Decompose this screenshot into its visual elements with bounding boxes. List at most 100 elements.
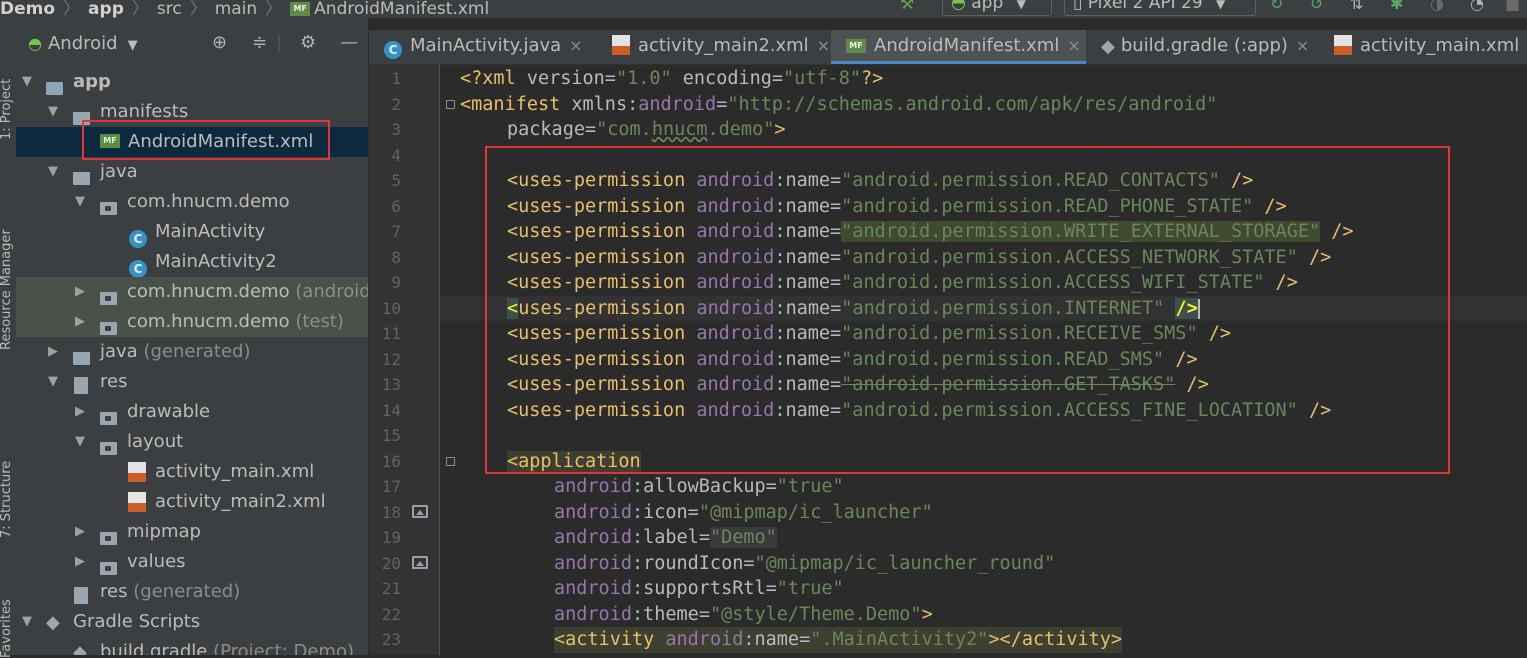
chevron-right-icon: 〉 <box>131 0 149 18</box>
tree-item-res[interactable]: ▼ res <box>16 367 368 397</box>
xml-file-icon <box>612 35 630 55</box>
line-number: 10 <box>381 298 401 318</box>
favorites-tool-button[interactable]: Favorites <box>0 599 14 658</box>
class-icon: C <box>129 217 147 248</box>
chevron-right-icon: 〉 <box>189 0 207 18</box>
apply-changes-icon[interactable]: ↻ <box>1270 0 1283 13</box>
code-editor[interactable]: <?xml version="1.0" encoding="utf-8"?> <… <box>440 64 1527 655</box>
tree-item-package-androidtest[interactable]: ▶ com.hnucm.demo (androidTest) <box>16 277 368 307</box>
chevron-right-icon[interactable]: ▶ <box>75 277 85 307</box>
tree-item-hint: (generated) <box>133 581 241 602</box>
chevron-right-icon[interactable]: ▶ <box>75 517 85 547</box>
code-line: android:roundIcon="@mipmap/ic_launcher_r… <box>554 552 1056 574</box>
line-number: 17 <box>381 477 401 496</box>
breadcrumb-module[interactable]: app <box>88 0 124 18</box>
apply-code-changes-icon[interactable]: ↺ <box>1310 0 1323 13</box>
chevron-right-icon[interactable]: ▶ <box>75 307 85 337</box>
image-preview-icon[interactable] <box>412 556 428 569</box>
collapse-all-icon[interactable]: ≑ <box>252 32 267 53</box>
chevron-down-icon[interactable]: ▼ <box>48 157 58 187</box>
tab-label: activity_main.xml <box>1360 35 1520 56</box>
tree-item-mainactivity[interactable]: C MainActivity <box>16 217 368 248</box>
tab-activity-main2-xml[interactable]: activity_main2.xml × <box>597 30 831 64</box>
code-line: android:icon="@mipmap/ic_launcher" <box>554 501 933 523</box>
project-view-selector[interactable]: ◓ Android ▼ <box>28 33 138 54</box>
close-icon[interactable]: × <box>1067 36 1080 55</box>
attach-debugger-icon[interactable]: ◑ <box>1430 0 1444 13</box>
tree-item-drawable[interactable]: ▶ drawable <box>16 397 368 427</box>
folder-icon <box>100 517 117 547</box>
tree-item-build-gradle-project[interactable]: ◆ build.gradle (Project: Demo) <box>16 637 368 655</box>
stop-icon[interactable]: ■ <box>1505 0 1520 13</box>
code-line: <uses-permission android:name="android.p… <box>507 374 1209 395</box>
tree-item-res-generated[interactable]: res (generated) <box>16 577 368 607</box>
line-number: 1 <box>391 69 401 88</box>
tree-item-activity-main2-xml[interactable]: activity_main2.xml <box>16 487 368 517</box>
chevron-down-icon[interactable]: ▼ <box>22 607 32 637</box>
package-icon <box>100 277 117 307</box>
hammer-icon[interactable]: ⚒ <box>900 0 914 13</box>
tab-androidmanifest-xml[interactable]: MF AndroidManifest.xml × <box>831 30 1086 64</box>
tab-label: build.gradle (:app) <box>1120 35 1288 56</box>
run-config-dropdown[interactable]: ◓ app ▼ <box>942 0 1052 16</box>
breadcrumb-main[interactable]: main <box>215 0 257 18</box>
tree-item-hint: (generated) <box>143 341 251 362</box>
project-tool-button[interactable]: 1: Project <box>0 79 14 140</box>
tree-item-mipmap[interactable]: ▶ mipmap <box>16 517 368 547</box>
close-icon[interactable]: × <box>817 36 830 55</box>
chevron-down-icon[interactable]: ▼ <box>22 67 32 97</box>
tree-item-label: MainActivity2 <box>155 251 277 272</box>
structure-tool-button[interactable]: 7: Structure <box>0 461 14 538</box>
tree-item-values[interactable]: ▶ values <box>16 547 368 577</box>
line-number: 18 <box>381 502 401 522</box>
tree-item-label: com.hnucm.demo <box>127 281 290 302</box>
tree-item-label: activity_main2.xml <box>155 491 326 512</box>
chevron-down-icon[interactable]: ▼ <box>75 427 85 457</box>
profiler-icon[interactable]: ◔ <box>1470 0 1484 13</box>
tree-item-gradle-scripts[interactable]: ▼ ◆ Gradle Scripts <box>16 607 368 637</box>
tree-item-package-test[interactable]: ▶ com.hnucm.demo (test) <box>16 307 368 337</box>
tree-item-java-generated[interactable]: ▶ java (generated) <box>16 337 368 367</box>
tab-activity-main-xml[interactable]: activity_main.xml <box>1319 30 1527 64</box>
breadcrumb: Demo 〉 app 〉 src 〉 main 〉 MF AndroidManifest.xml <box>0 0 489 18</box>
tree-item-layout[interactable]: ▼ layout <box>16 427 368 457</box>
tree-item-app[interactable]: ▼ app <box>16 67 368 97</box>
tree-item-java[interactable]: ▼ java <box>16 157 368 187</box>
tree-item-androidmanifest[interactable]: MF AndroidManifest.xml <box>16 127 368 157</box>
tree-item-label: values <box>127 551 186 572</box>
chevron-right-icon[interactable]: ▶ <box>75 547 85 577</box>
close-icon[interactable]: × <box>569 36 582 55</box>
tree-item-label: manifests <box>100 101 189 122</box>
chevron-down-icon[interactable]: ▼ <box>48 367 58 397</box>
chevron-down-icon: ▼ <box>127 38 138 53</box>
chevron-right-icon: 〉 <box>63 0 81 18</box>
chevron-right-icon[interactable]: ▶ <box>48 337 58 367</box>
minimize-icon[interactable]: — <box>340 32 358 53</box>
line-number: 23 <box>381 630 401 649</box>
tree-item-package[interactable]: ▼ com.hnucm.demo <box>16 187 368 217</box>
tree-item-label: com.hnucm.demo <box>127 191 290 212</box>
code-line: android:label="Demo" <box>554 527 777 548</box>
tab-mainactivity-java[interactable]: C MainActivity.java × <box>369 30 597 64</box>
debug-icon[interactable]: ✱ <box>1390 0 1403 13</box>
chevron-down-icon[interactable]: ▼ <box>75 187 85 217</box>
tab-build-gradle-app[interactable]: ◆ build.gradle (:app) × <box>1086 30 1319 64</box>
locate-icon[interactable]: ⊕ <box>212 32 227 53</box>
tree-item-mainactivity2[interactable]: C MainActivity2 <box>16 247 368 278</box>
tree-item-label: build.gradle <box>100 641 208 655</box>
image-preview-icon[interactable] <box>412 505 428 518</box>
breadcrumb-file[interactable]: AndroidManifest.xml <box>314 0 489 18</box>
breadcrumb-src[interactable]: src <box>157 0 182 18</box>
chevron-right-icon[interactable]: ▶ <box>75 397 85 427</box>
chevron-down-icon[interactable]: ▼ <box>48 97 58 127</box>
breadcrumb-project[interactable]: Demo <box>0 0 55 18</box>
resource-manager-tool-button[interactable]: Resource Manager <box>0 229 14 350</box>
close-icon[interactable]: × <box>1296 36 1309 55</box>
android-icon: ◓ <box>28 34 42 53</box>
gear-icon[interactable]: ⚙ <box>300 32 316 53</box>
sync-icon[interactable]: ⇅ <box>1350 0 1363 13</box>
tree-item-manifests[interactable]: ▼ manifests <box>16 97 368 127</box>
folder-icon <box>100 427 117 457</box>
device-dropdown[interactable]: ▯ Pixel 2 API 29 ▼ <box>1064 0 1256 16</box>
tree-item-activity-main-xml[interactable]: activity_main.xml <box>16 457 368 487</box>
